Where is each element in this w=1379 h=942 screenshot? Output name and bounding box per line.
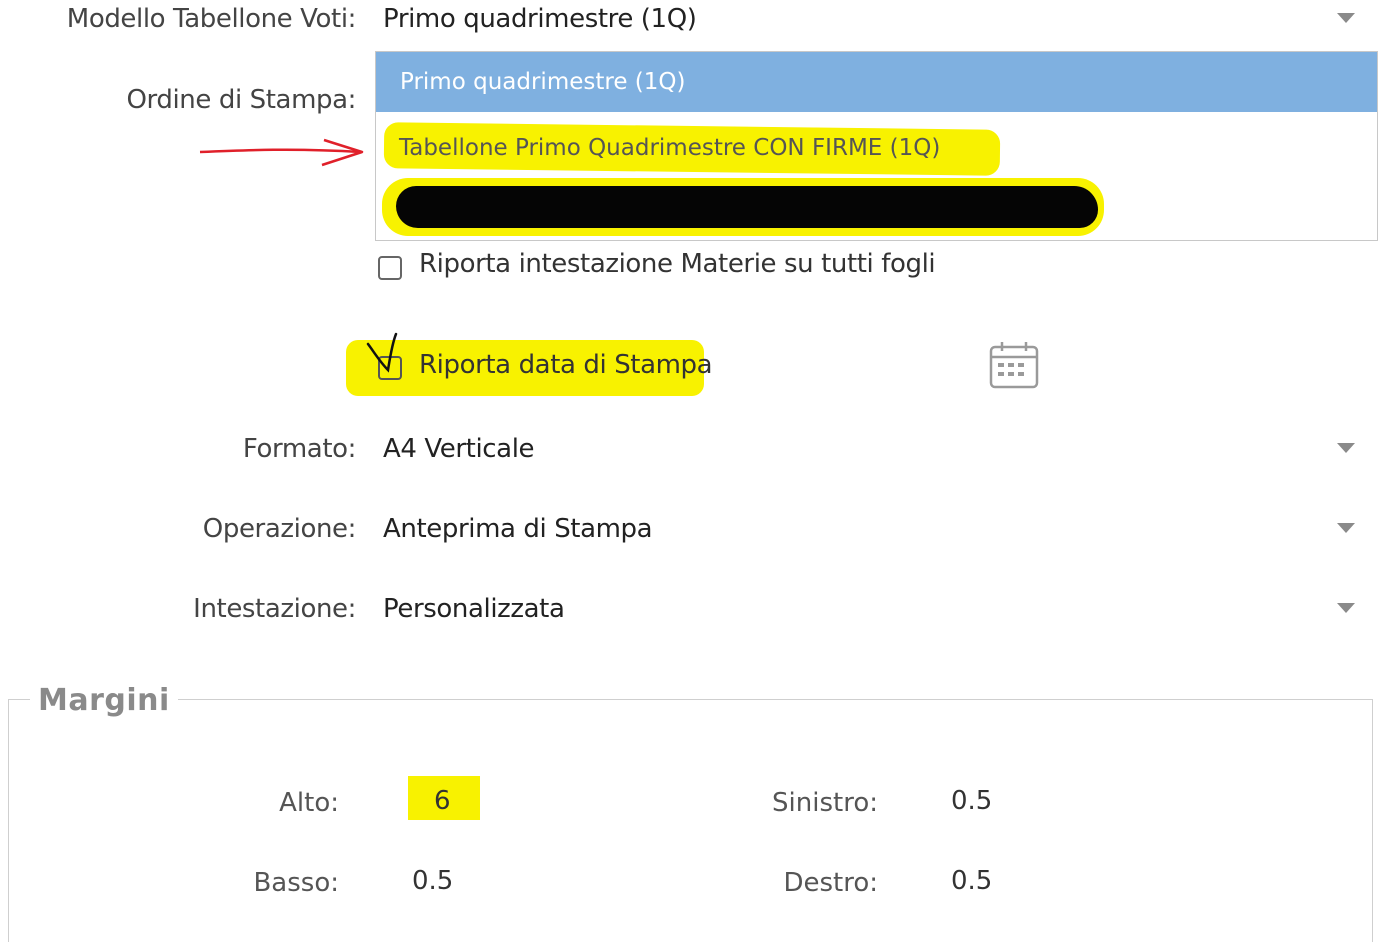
- formato-label: Formato:: [242, 434, 356, 464]
- basso-label: Basso:: [253, 868, 339, 898]
- alto-label: Alto:: [279, 788, 339, 818]
- ordine-label: Ordine di Stampa:: [126, 85, 356, 115]
- red-arrow-annotation: [199, 138, 364, 167]
- dropdown-option-primo-quadrimestre[interactable]: Primo quadrimestre (1Q): [376, 52, 1377, 112]
- sinistro-label: Sinistro:: [772, 788, 878, 818]
- basso-input[interactable]: 0.5: [412, 866, 453, 896]
- calendar-icon[interactable]: [988, 340, 1040, 390]
- fieldset-border-right: [1372, 699, 1373, 942]
- riporta-materie-label: Riporta intestazione Materie su tutti fo…: [419, 249, 936, 279]
- chevron-down-icon[interactable]: [1337, 443, 1355, 453]
- dropdown-option-con-firme[interactable]: Tabellone Primo Quadrimestre CON FIRME (…: [399, 126, 940, 170]
- fieldset-border-left: [8, 699, 9, 942]
- destro-input[interactable]: 0.5: [951, 866, 992, 896]
- modello-label: Modello Tabellone Voti:: [66, 4, 357, 34]
- formato-select[interactable]: A4 Verticale: [383, 434, 535, 464]
- sinistro-input[interactable]: 0.5: [951, 786, 992, 816]
- modello-select[interactable]: Primo quadrimestre (1Q): [383, 4, 697, 34]
- chevron-down-icon[interactable]: [1337, 523, 1355, 533]
- chevron-down-icon[interactable]: [1337, 13, 1355, 23]
- redaction-scribble: [396, 186, 1098, 228]
- intestazione-label: Intestazione:: [193, 594, 356, 624]
- destro-label: Destro:: [783, 868, 878, 898]
- intestazione-select[interactable]: Personalizzata: [383, 594, 565, 624]
- chevron-down-icon[interactable]: [1337, 603, 1355, 613]
- alto-input[interactable]: 6: [434, 786, 451, 816]
- riporta-materie-checkbox[interactable]: [378, 256, 402, 280]
- fieldset-border-top: [8, 699, 1373, 700]
- operazione-label: Operazione:: [202, 514, 357, 544]
- riporta-data-label: Riporta data di Stampa: [419, 350, 713, 380]
- margini-legend: Margini: [30, 683, 178, 718]
- operazione-select[interactable]: Anteprima di Stampa: [383, 514, 653, 544]
- handwritten-check-annotation: [366, 332, 398, 373]
